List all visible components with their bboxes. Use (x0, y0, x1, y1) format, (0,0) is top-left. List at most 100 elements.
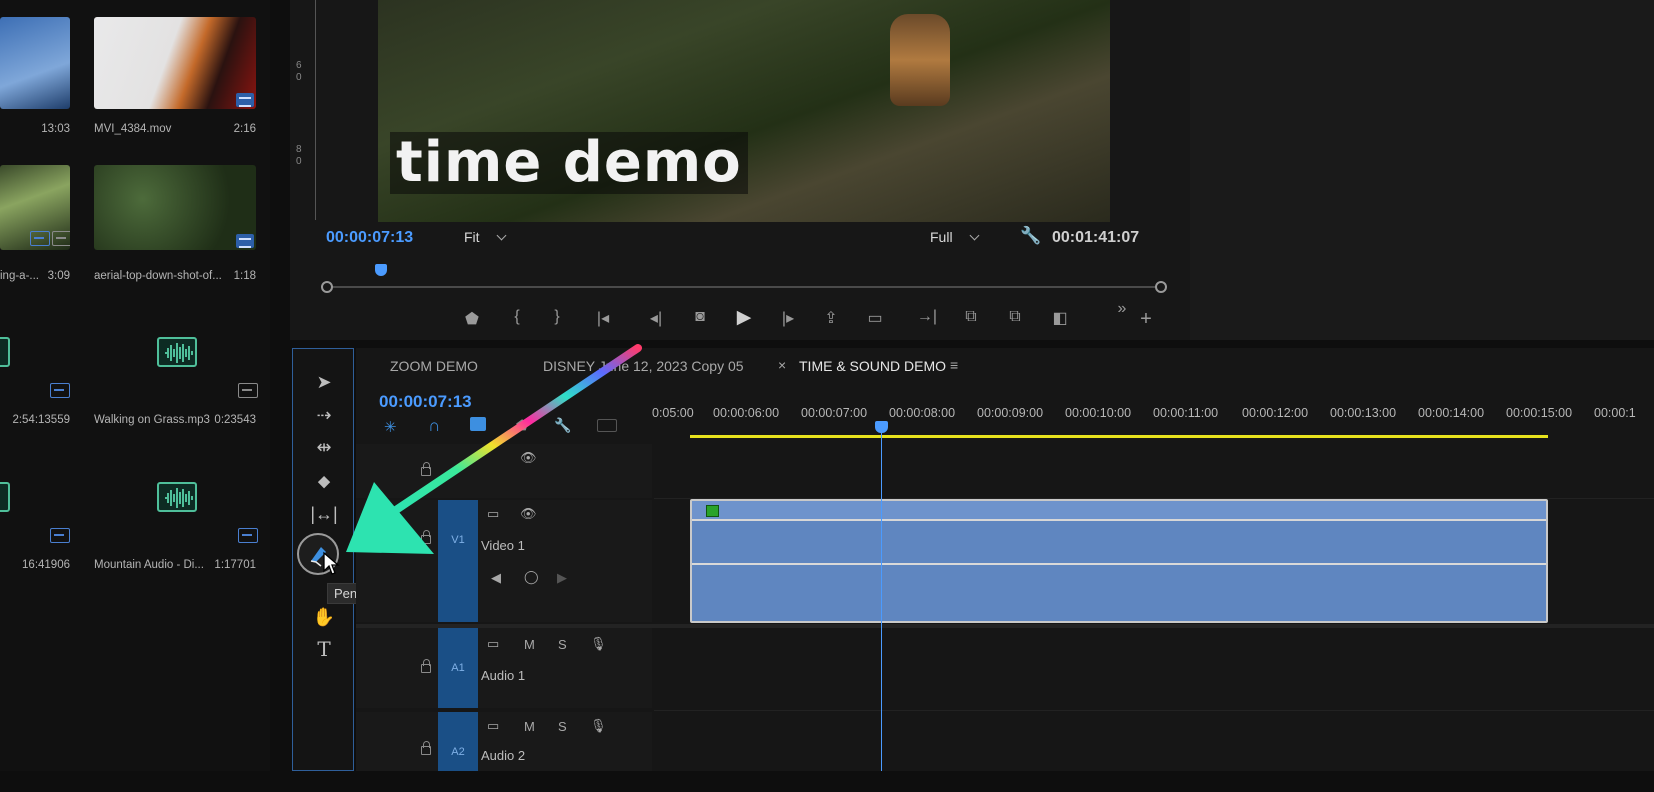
ruler-time-label: 0:05:00 (652, 406, 694, 420)
video-badge-icon (236, 93, 254, 107)
go-to-in-icon[interactable]: |◂ (592, 308, 614, 328)
more-controls-icon[interactable]: » (1111, 300, 1133, 318)
hand-tool-icon[interactable]: ✋ (293, 607, 355, 628)
project-panel: 13:03 MVI_4384.mov 2:16 ing-a-... 3:09 a… (0, 0, 270, 771)
clip-duration: 1:18 (233, 270, 256, 282)
export-frame-icon[interactable]: ⇪ (820, 308, 842, 328)
ruler-time-label: 00:00:08:00 (889, 406, 956, 420)
clip-name: Walking on Grass.mp3 (94, 414, 210, 426)
solo-button[interactable]: S (558, 719, 567, 734)
film-icon[interactable]: ▭ (487, 636, 499, 652)
track-target-a2[interactable]: A2 (438, 712, 478, 771)
mark-out-icon[interactable]: } (546, 308, 568, 326)
clip-duration: 13:03 (41, 123, 70, 135)
play-icon[interactable]: ▶ (733, 306, 755, 329)
multicam-icon[interactable]: ◧ (1049, 308, 1071, 328)
audio-badge-icon (50, 528, 70, 543)
track-name-audio-1: Audio 1 (481, 668, 526, 683)
current-timecode[interactable]: 00:00:07:13 (326, 229, 413, 247)
tab-time-sound-demo[interactable]: TIME & SOUND DEMO (799, 358, 946, 374)
sequence-badge-icon (52, 231, 70, 246)
clip-keyframe-line (692, 563, 1546, 565)
audio-badge-icon (50, 383, 70, 398)
title-overlay-text[interactable]: time demo (390, 132, 748, 194)
lock-icon[interactable] (421, 741, 431, 755)
clip-duration: 3:09 (47, 270, 70, 282)
right-panel (1190, 0, 1654, 340)
scrubber-track[interactable] (326, 286, 1162, 288)
clip-thumbnail[interactable] (94, 17, 256, 109)
clip-name: MVI_4384.mov (94, 123, 172, 135)
track-name-audio-2: Audio 2 (481, 748, 526, 763)
clip-thumbnail[interactable] (0, 165, 70, 250)
clip-thumbnail[interactable] (0, 17, 70, 109)
ruler-time-label: 00:00:11:00 (1153, 406, 1219, 420)
vertical-ruler: 6 0 8 0 (292, 0, 316, 220)
playhead-head[interactable] (875, 421, 888, 433)
ruler-time-label: 00:00:15:00 (1506, 406, 1573, 420)
duration-timecode: 00:01:41:07 (1052, 229, 1140, 246)
panel-menu-icon[interactable]: ≡ (950, 357, 958, 373)
multicam-badge-icon (30, 231, 50, 246)
film-icon[interactable]: ▭ (487, 718, 499, 734)
comparison-view-icon[interactable]: ▭ (864, 308, 886, 328)
type-tool-icon[interactable]: T (293, 637, 355, 661)
clip-duration: 2:16 (233, 123, 256, 135)
microphone-icon[interactable]: 🎙 (590, 718, 607, 734)
ruler-mark: 0 (296, 72, 302, 83)
video-badge-icon (236, 234, 254, 248)
step-back-icon[interactable]: ◂| (645, 308, 667, 328)
boot-shape (890, 14, 950, 106)
next-keyframe-icon[interactable]: ▶ (557, 570, 567, 586)
quality-dropdown[interactable]: Full (930, 229, 978, 245)
audio-waveform-icon[interactable] (0, 482, 10, 512)
track-target-a1[interactable]: A1 (438, 628, 478, 708)
clip-name: aerial-top-down-shot-of... (94, 270, 222, 282)
camera-icon[interactable]: ◙ (689, 308, 711, 326)
ruler-mark: 6 (296, 60, 302, 71)
fit-dropdown[interactable]: Fit (464, 229, 505, 245)
ruler-time-label: 00:00:12:00 (1242, 406, 1309, 420)
ruler-time-label: 00:00:07:00 (801, 406, 868, 420)
video-clip[interactable] (690, 499, 1548, 623)
add-marker-icon[interactable]: ⬟ (461, 309, 483, 329)
clip-name: Mountain Audio - Di... (94, 559, 204, 571)
scrubber-start-handle[interactable] (321, 281, 333, 293)
fx-badge-icon (706, 505, 719, 517)
extract-icon[interactable]: ⧉ (1004, 308, 1026, 326)
playhead-marker[interactable] (375, 264, 387, 276)
lock-icon[interactable] (421, 659, 431, 673)
ruler-time-label: 00:00:1 (1594, 406, 1636, 420)
ruler-time-label: 00:00:13:00 (1330, 406, 1397, 420)
solo-button[interactable]: S (558, 637, 567, 652)
audio-badge-icon (238, 528, 258, 543)
mute-button[interactable]: M (524, 719, 535, 734)
ruler-time-label: 00:00:09:00 (977, 406, 1044, 420)
wrench-icon[interactable]: 🔧 (1020, 226, 1041, 246)
audio-waveform-icon[interactable] (0, 337, 10, 367)
ruler-mark: 8 (296, 144, 302, 155)
go-to-out-icon[interactable]: →| (916, 308, 938, 326)
add-button-icon[interactable]: + (1135, 308, 1157, 331)
add-keyframe-icon[interactable]: ◯ (524, 569, 539, 585)
track-divider (356, 624, 1654, 628)
clip-duration: 0:23543 (214, 414, 256, 426)
step-forward-icon[interactable]: |▸ (777, 308, 799, 328)
clip-thumbnail[interactable] (94, 165, 256, 250)
clip-duration: 1:17701 (214, 559, 256, 571)
mouse-cursor-icon (323, 551, 340, 575)
clip-header (692, 501, 1546, 521)
ruler-mark: 0 (296, 156, 302, 167)
microphone-icon[interactable]: 🎙 (590, 636, 607, 652)
playhead-line[interactable] (881, 428, 882, 771)
tab-close-icon[interactable]: × (778, 357, 786, 373)
clip-duration: 2:54:13559 (12, 414, 70, 426)
audio-waveform-icon[interactable] (157, 482, 197, 512)
audio-waveform-icon[interactable] (157, 337, 197, 367)
prev-keyframe-icon[interactable]: ◀ (491, 570, 501, 586)
work-area-bar[interactable] (690, 435, 1548, 438)
lift-icon[interactable]: ⧉ (960, 308, 982, 326)
mark-in-icon[interactable]: { (506, 308, 528, 326)
scrubber-end-handle[interactable] (1155, 281, 1167, 293)
mute-button[interactable]: M (524, 637, 535, 652)
